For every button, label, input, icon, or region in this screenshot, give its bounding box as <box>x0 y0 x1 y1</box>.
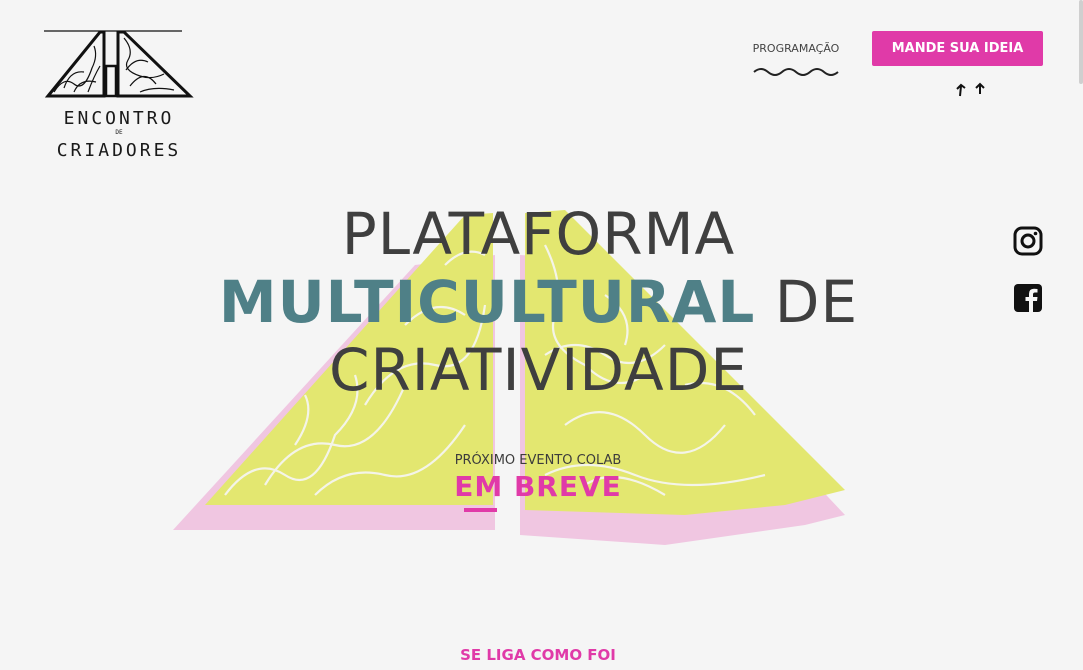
logo-text-encontro: ENCONTRO <box>63 108 175 129</box>
se-liga-como-foi-link[interactable]: SE LIGA COMO FOI <box>400 646 676 664</box>
hero-line-1: PLATAFORMA <box>341 200 736 268</box>
logo-brain-triangles-icon <box>44 30 194 98</box>
site-logo[interactable]: ENCONTRO DE CRIADORES <box>44 26 194 166</box>
hero-line-2: MULTICULTURAL DE <box>200 268 877 336</box>
hero-accent-word: MULTICULTURAL <box>218 268 756 336</box>
logo-divider <box>44 30 182 32</box>
hero-title: PLATAFORMA MULTICULTURAL DE CRIATIVIDADE <box>200 200 877 404</box>
arrows-up-icon <box>956 82 985 97</box>
page-scrollbar[interactable] <box>1079 0 1083 84</box>
nav-squiggle-underline <box>753 68 839 76</box>
hero-line-3: CRIATIVIDADE <box>328 336 749 404</box>
event-label: PRÓXIMO EVENTO COLAB <box>454 453 622 468</box>
hero-line-2-rest: DE <box>755 268 859 336</box>
event-status: EM BREVE <box>454 470 622 503</box>
nav-link-programacao[interactable]: PROGRAMAÇÃO <box>748 42 844 55</box>
facebook-icon[interactable] <box>1013 283 1043 313</box>
logo-text-de: DE <box>104 129 134 136</box>
event-status-underline <box>464 508 497 512</box>
instagram-icon[interactable] <box>1013 226 1043 256</box>
mande-sua-ideia-button[interactable]: MANDE SUA IDEIA <box>872 31 1043 66</box>
logo-text-criadores: CRIADORES <box>56 140 182 161</box>
